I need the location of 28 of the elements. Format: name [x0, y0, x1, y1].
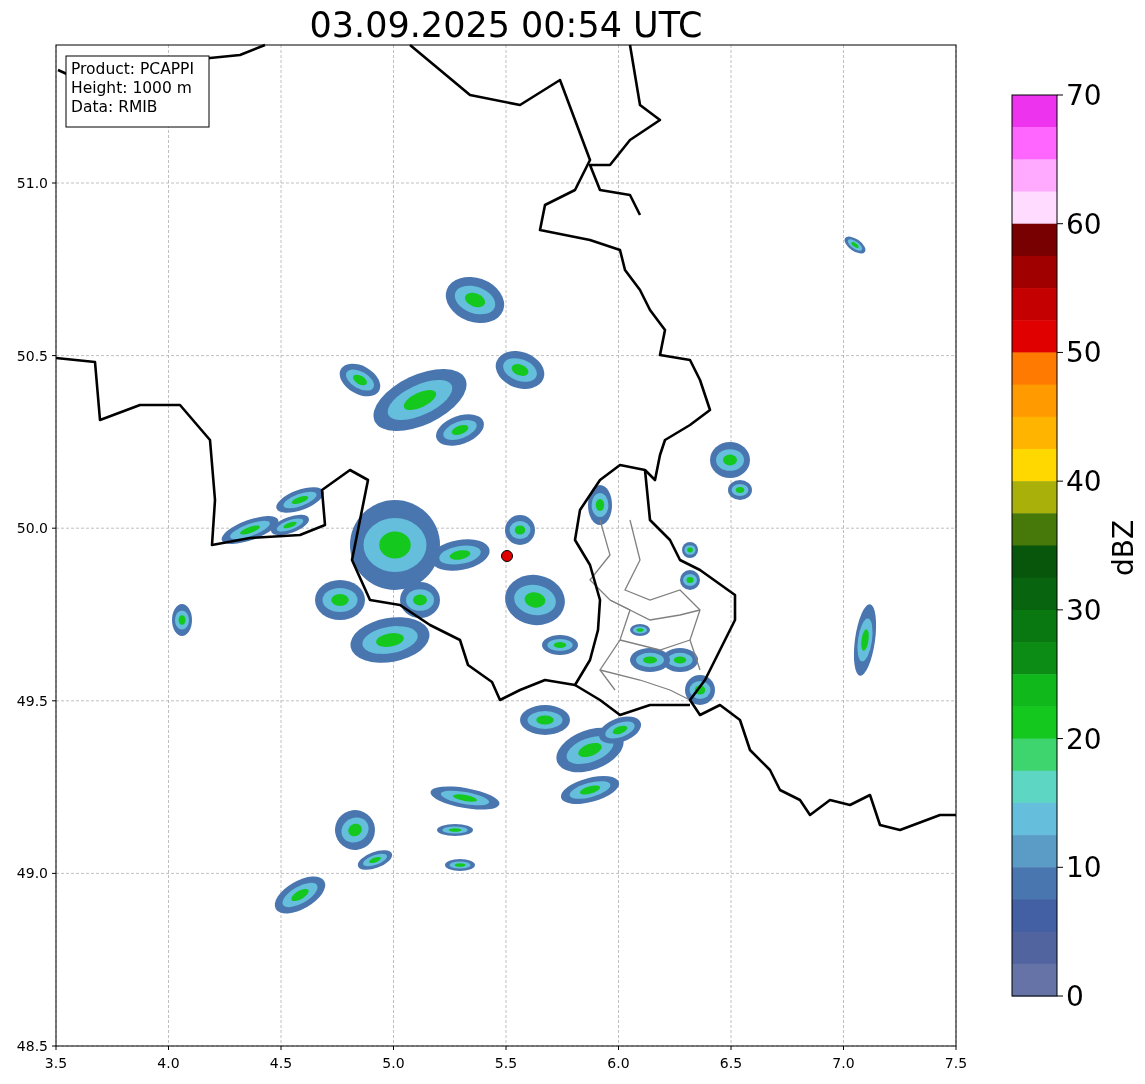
- y-tick-label: 48.5: [16, 1038, 48, 1054]
- x-tick-label: 7.0: [832, 1055, 855, 1071]
- y-tick-label: 50.5: [16, 347, 48, 364]
- x-tick-label: 5.5: [494, 1055, 518, 1071]
- info-text: Height: 1000 m: [71, 79, 192, 97]
- colorbar-tick-label: 20: [1066, 722, 1102, 756]
- x-tick-label: 4.5: [269, 1055, 293, 1071]
- colorbar-tick-label: 50: [1066, 336, 1102, 370]
- colorbar-tick-label: 60: [1066, 207, 1102, 241]
- chart-title: 03.09.2025 00:54 UTC: [309, 5, 703, 45]
- info-text: Product: PCAPPI: [71, 60, 195, 78]
- x-tick-label: 5.0: [382, 1055, 405, 1071]
- colorbar-label: dBZ: [1107, 519, 1140, 577]
- y-tick-label: 49.0: [16, 865, 48, 882]
- info-text: Data: RMIB: [71, 98, 158, 116]
- x-tick-label: 4.0: [157, 1055, 180, 1071]
- x-tick-label: 6.0: [607, 1055, 630, 1071]
- x-tick-label: 6.5: [719, 1055, 743, 1071]
- colorbar-tick-label: 40: [1066, 465, 1102, 499]
- y-tick-label: 51.0: [16, 175, 48, 191]
- colorbar-tick-label: 70: [1066, 79, 1102, 112]
- y-tick-label: 49.5: [16, 692, 48, 709]
- y-tick-label: 50.0: [16, 520, 48, 537]
- colorbar-tick-label: 0: [1066, 980, 1084, 1013]
- colorbar-tick-label: 10: [1066, 851, 1102, 885]
- colorbar-tick-label: 30: [1066, 593, 1102, 627]
- x-tick-label: 3.5: [44, 1055, 68, 1071]
- x-tick-label: 7.5: [944, 1055, 968, 1071]
